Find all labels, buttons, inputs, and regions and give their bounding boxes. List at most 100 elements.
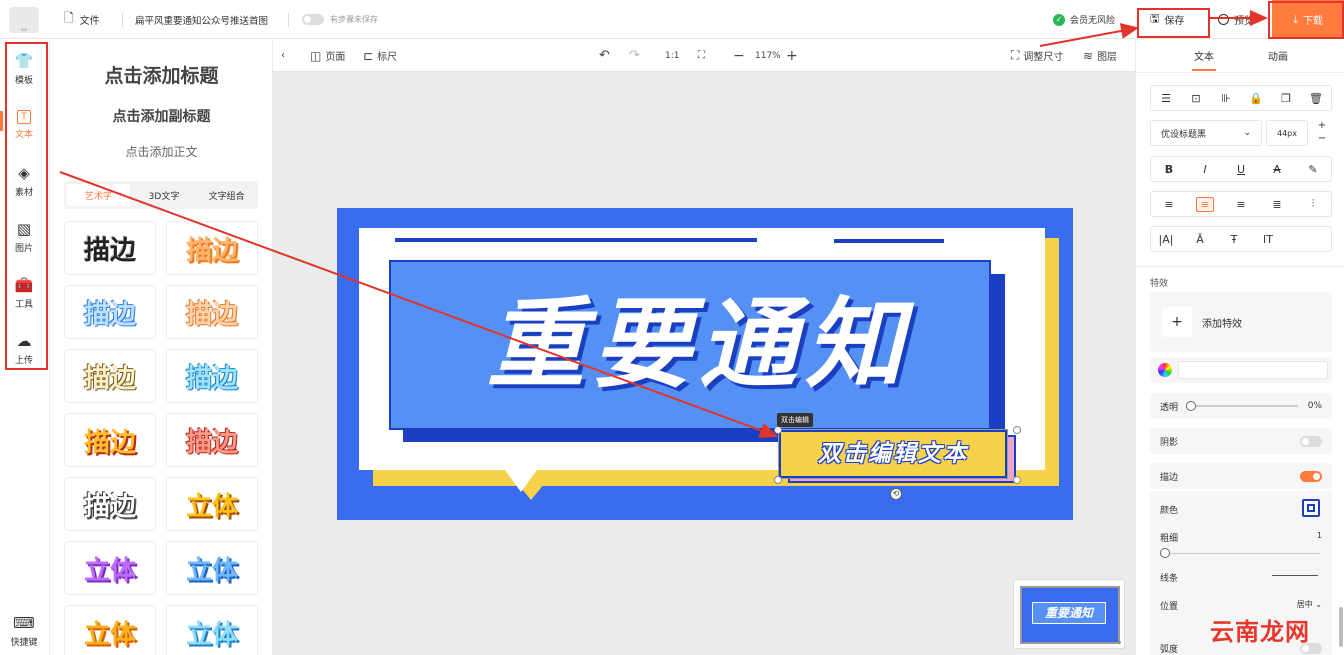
stroke-toggle[interactable] <box>1300 470 1322 482</box>
document-title[interactable]: 扁平风重要通知公众号推送首图 <box>135 0 268 39</box>
rail-item-tools[interactable]: 🧰 工具 <box>4 267 44 319</box>
logo[interactable]: ▲▲ <box>9 7 39 33</box>
toggle-switch[interactable] <box>302 14 324 25</box>
letter-spacing-icon[interactable]: |A| <box>1157 233 1175 246</box>
strikethrough-icon[interactable]: A <box>1268 163 1286 176</box>
line-style-label: 线条 <box>1160 574 1179 584</box>
art-text-style-tile[interactable]: 描边 <box>166 285 258 339</box>
tab-text-combo[interactable]: 文字组合 <box>195 181 258 209</box>
para-spacing-icon[interactable]: Ŧ <box>1225 233 1243 246</box>
art-text-style-tile[interactable]: 描边 <box>64 221 156 275</box>
text-direction-icon[interactable]: IT <box>1259 233 1277 246</box>
download-button[interactable]: ⤓ 下载 <box>1272 0 1344 39</box>
italic-icon[interactable]: I <box>1196 163 1214 176</box>
align-left-icon[interactable]: ≡ <box>1160 198 1178 211</box>
art-text-style-tile[interactable]: 立体 <box>64 605 156 655</box>
art-text-style-tile[interactable]: 描边 <box>166 349 258 403</box>
add-effect-label[interactable]: 添加特效 <box>1202 315 1242 330</box>
art-text-style-tile[interactable]: 描边 <box>166 221 258 275</box>
rotate-handle[interactable]: ⟲ <box>890 488 902 500</box>
underline-icon[interactable]: U <box>1232 163 1250 176</box>
rail-item-upload[interactable]: ☁ 上传 <box>4 323 44 375</box>
position-select[interactable]: 居中 ⌄ <box>1297 599 1322 610</box>
font-size-input[interactable]: 44px <box>1266 120 1308 146</box>
art-text-style-tile[interactable]: 立体 <box>166 541 258 595</box>
scrollbar[interactable] <box>1339 607 1343 647</box>
tab-art-text[interactable]: 艺术字 <box>67 184 130 206</box>
resize-handle[interactable] <box>774 476 782 484</box>
resize-button[interactable]: ⛶ 调整尺寸 <box>1011 39 1063 72</box>
preview-button[interactable]: 预览 <box>1218 0 1254 39</box>
slider-thumb[interactable] <box>1160 548 1170 558</box>
save-button[interactable]: 🖫 保存 <box>1150 0 1184 39</box>
main-headline[interactable]: 重要通知 <box>409 290 989 400</box>
art-text-style-tile[interactable]: 立体 <box>64 541 156 595</box>
page-button[interactable]: ◫ 页面 <box>310 39 345 72</box>
rail-item-templates[interactable]: 👕 模板 <box>4 43 44 95</box>
art-text-style-tile[interactable]: 描边 <box>64 413 156 467</box>
art-text-style-tile[interactable]: 立体 <box>166 477 258 531</box>
shadow-toggle[interactable] <box>1300 435 1322 447</box>
art-text-style-tile[interactable]: 描边 <box>64 477 156 531</box>
minimap[interactable]: 重要通知 ⤡ <box>1013 579 1125 649</box>
text-color-icon[interactable]: ✎ <box>1304 163 1322 176</box>
rail-label: 图片 <box>14 243 33 254</box>
redo-button[interactable]: ↷ <box>629 39 640 72</box>
tab-animation[interactable]: 动画 <box>1250 39 1306 72</box>
undo-button[interactable]: ↶ <box>599 39 610 72</box>
line-height-icon[interactable]: Ā <box>1191 233 1209 246</box>
resize-handle[interactable] <box>1013 426 1021 434</box>
subtitle-text[interactable]: 双击编辑文本 <box>781 432 1005 476</box>
autosave-toggle[interactable]: 有步骤未保存 <box>302 0 378 39</box>
zoom-out-button[interactable]: − <box>733 39 745 72</box>
art-text-style-tile[interactable]: 描边 <box>64 349 156 403</box>
add-body-button[interactable]: 点击添加正文 <box>50 143 272 160</box>
opacity-slider[interactable] <box>1186 401 1298 411</box>
justify-icon[interactable]: ≣ <box>1268 198 1286 211</box>
delete-icon[interactable]: 🗑 <box>1307 92 1325 105</box>
color-wheel-icon[interactable] <box>1158 363 1172 377</box>
align-icon[interactable]: ⊪ <box>1217 92 1235 105</box>
add-title-button[interactable]: 点击添加标题 <box>50 61 272 88</box>
color-input[interactable] <box>1178 361 1328 379</box>
zoom-in-button[interactable]: + <box>786 39 798 72</box>
add-effect-button[interactable]: + <box>1162 307 1192 337</box>
tab-text-props[interactable]: 文本 <box>1176 39 1232 72</box>
resize-handle[interactable] <box>1013 476 1021 484</box>
tab-3d-text[interactable]: 3D文字 <box>133 181 196 209</box>
ruler-button[interactable]: ⊏ 标尺 <box>363 39 397 72</box>
art-text-style-tile[interactable]: 描边 <box>64 285 156 339</box>
ratio-button[interactable]: 1:1 <box>665 39 679 72</box>
art-text-style-tile[interactable]: 立体 <box>166 605 258 655</box>
rail-item-text[interactable]: T 文本 <box>4 99 44 151</box>
font-size-stepper[interactable]: + − <box>1312 119 1332 147</box>
design-canvas[interactable]: 重要通知 双击编辑文本 ⟲ <box>337 208 1073 520</box>
thickness-slider[interactable] <box>1160 548 1320 558</box>
vertical-text-icon[interactable]: ⫶ <box>1304 197 1322 211</box>
duplicate-icon[interactable]: ❐ <box>1277 92 1295 105</box>
font-family-select[interactable]: 优设标题黑 ⌄ <box>1150 120 1262 146</box>
rail-item-elements[interactable]: ◈ 素材 <box>4 155 44 207</box>
stroke-color-swatch[interactable] <box>1302 499 1320 517</box>
subtitle-box[interactable]: 双击编辑文本 <box>779 430 1007 478</box>
fit-button[interactable]: ⛶ <box>698 39 705 72</box>
member-status[interactable]: ✓ 会员无风险 <box>1053 0 1115 39</box>
file-menu[interactable]: 🗋 文件 <box>64 0 100 39</box>
layers-button[interactable]: ≋ 图层 <box>1083 39 1117 72</box>
align-right-icon[interactable]: ≡ <box>1232 198 1250 211</box>
layer-order-icon[interactable]: ☰ <box>1157 92 1175 105</box>
line-style-select[interactable] <box>1272 575 1318 576</box>
rail-item-images[interactable]: ▧ 图片 <box>4 211 44 263</box>
slider-thumb[interactable] <box>1186 401 1196 411</box>
collapse-panel-button[interactable]: ‹ <box>281 39 285 72</box>
group-icon[interactable]: ⊡ <box>1187 92 1205 105</box>
zoom-level[interactable]: 117% <box>755 39 781 72</box>
lock-icon[interactable]: 🔒 <box>1247 92 1265 105</box>
expand-icon[interactable]: ⤡ <box>1114 636 1121 646</box>
add-subtitle-button[interactable]: 点击添加副标题 <box>50 106 272 126</box>
art-text-style-tile[interactable]: 描边 <box>166 413 258 467</box>
align-center-icon[interactable]: ≡ <box>1196 196 1214 212</box>
rail-item-shortcuts[interactable]: ⌨ 快捷键 <box>4 605 44 655</box>
bold-icon[interactable]: B <box>1160 163 1178 176</box>
resize-handle[interactable] <box>774 426 782 434</box>
